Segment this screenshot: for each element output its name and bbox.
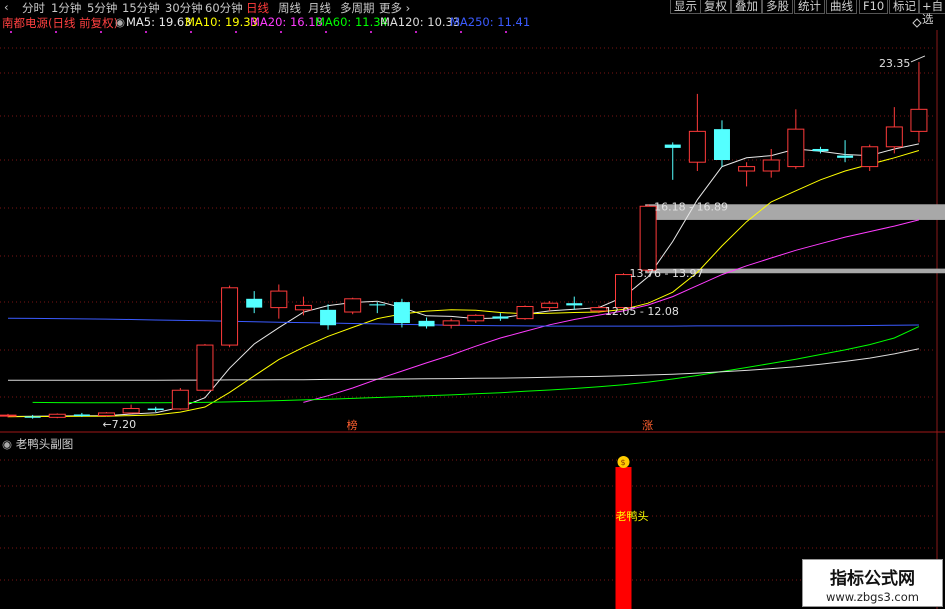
candle-body bbox=[516, 306, 534, 320]
top-marker-dot bbox=[460, 31, 462, 33]
candle-body bbox=[738, 166, 756, 172]
watermark-line1: 指标公式网 bbox=[830, 569, 915, 589]
top-marker-dot bbox=[280, 31, 282, 33]
candle-body bbox=[861, 146, 879, 168]
candle-body bbox=[294, 304, 312, 311]
top-marker-dot bbox=[10, 31, 12, 33]
subchart-title-text: 老鸭头副图 bbox=[15, 437, 74, 451]
candle-body bbox=[122, 408, 140, 414]
subchart-title: ◉ 老鸭头副图 bbox=[2, 436, 73, 452]
top-marker-dot bbox=[55, 31, 57, 33]
candle-body bbox=[320, 309, 337, 326]
candle-body bbox=[910, 108, 928, 132]
price-chart: ←7.20 23.35 16.18 - 16.89 13.76 - 13.97 12.0… bbox=[0, 18, 945, 609]
subchart-collapse-icon[interactable]: ◉ bbox=[2, 437, 12, 451]
watermark-line2: www.zbgs3.com bbox=[826, 590, 919, 604]
candle-body bbox=[639, 205, 657, 271]
candle-body bbox=[24, 416, 41, 418]
top-marker-dot bbox=[505, 31, 507, 33]
candle-body bbox=[270, 290, 288, 309]
candle-body bbox=[885, 126, 903, 148]
price-annotation: ←7.20 bbox=[102, 418, 136, 431]
top-marker-dot bbox=[370, 31, 372, 33]
high-arrow-icon bbox=[910, 55, 926, 63]
top-marker-dot bbox=[235, 31, 237, 33]
top-marker-dot bbox=[100, 31, 102, 33]
top-marker-dot bbox=[190, 31, 192, 33]
ma-line-ma5 bbox=[7, 143, 920, 417]
candle-body bbox=[837, 155, 854, 158]
candle-body bbox=[147, 408, 164, 411]
signal-marker: 榜 bbox=[347, 418, 358, 432]
ma-line-ma10 bbox=[7, 150, 920, 418]
signal-bar bbox=[615, 467, 632, 609]
ma-line-ma250 bbox=[7, 317, 919, 327]
candle-body bbox=[196, 344, 214, 391]
candle-body bbox=[418, 320, 435, 327]
candle-body bbox=[73, 414, 90, 417]
candle-body bbox=[393, 302, 410, 324]
signal-marker: 涨 bbox=[642, 419, 653, 432]
coin-symbol: $ bbox=[621, 458, 626, 467]
ma-line-ma120 bbox=[8, 348, 920, 381]
ma-line-ma60 bbox=[32, 326, 920, 404]
candle-body bbox=[442, 320, 460, 326]
candle-body bbox=[48, 413, 66, 418]
price-annotation: 23.35 bbox=[879, 57, 911, 70]
candle-body bbox=[344, 298, 362, 313]
price-annotation: 12.05 - 12.08 bbox=[605, 305, 679, 318]
candle-body bbox=[688, 130, 706, 163]
candle-body bbox=[246, 298, 263, 308]
top-marker-dot bbox=[325, 31, 327, 33]
diamond-icon[interactable] bbox=[912, 18, 922, 28]
candle-body bbox=[566, 303, 583, 306]
signal-bar-label: 老鸭头 bbox=[616, 510, 649, 523]
price-annotation: 16.18 - 16.89 bbox=[654, 200, 728, 213]
watermark-logo: 指标公式网 www.zbgs3.com bbox=[802, 559, 943, 607]
candle-body bbox=[171, 389, 189, 410]
candle-body bbox=[221, 287, 239, 346]
top-marker-dot bbox=[415, 31, 417, 33]
candle-body bbox=[0, 414, 17, 417]
candle-body bbox=[713, 129, 730, 160]
candle-body bbox=[467, 314, 485, 322]
candle-body bbox=[762, 159, 780, 172]
candle-body bbox=[787, 128, 805, 168]
candle-body bbox=[369, 304, 386, 306]
candle-body bbox=[664, 144, 681, 148]
price-annotation: 13.76 - 13.97 bbox=[630, 267, 704, 280]
candle-body bbox=[812, 148, 829, 152]
candle-body bbox=[97, 412, 115, 417]
candle-body bbox=[492, 316, 509, 319]
candle-body bbox=[541, 302, 559, 309]
top-marker-dot bbox=[145, 31, 147, 33]
